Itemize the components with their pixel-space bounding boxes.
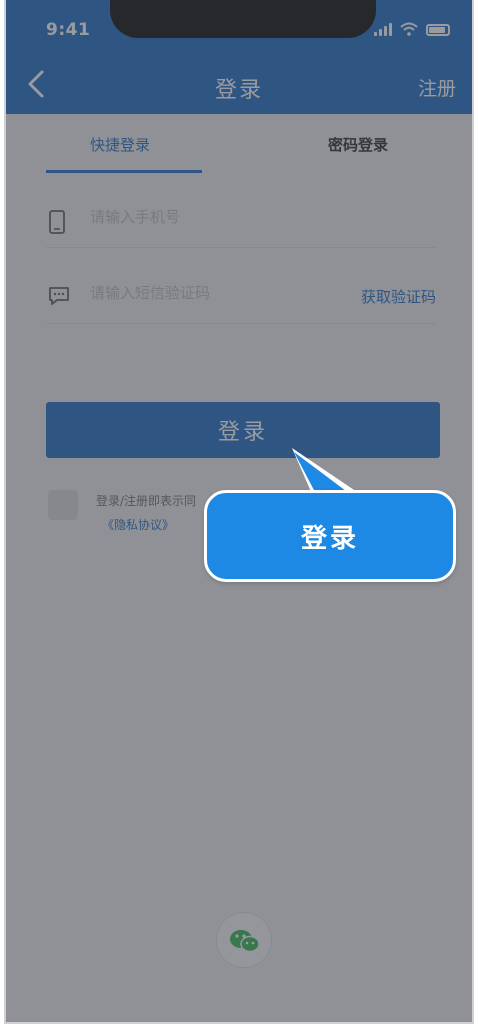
sms-code-input[interactable]: [90, 284, 340, 302]
active-tab-indicator: [46, 170, 202, 173]
page-title: 登录: [214, 78, 263, 103]
status-icons: [374, 22, 450, 36]
phone-field: [46, 192, 436, 248]
wechat-icon: [230, 930, 260, 953]
sms-icon: [49, 287, 69, 305]
app-header: 9:41 登录 注册: [6, 0, 472, 114]
phone-icon: [49, 210, 65, 234]
tab-password-login[interactable]: 密码登录: [328, 134, 388, 155]
login-callout-bubble: 登录: [204, 490, 456, 582]
device-notch: [110, 0, 376, 38]
get-code-button[interactable]: 获取验证码: [361, 286, 436, 307]
wechat-login-button[interactable]: [216, 912, 272, 968]
agreement-checkbox[interactable]: [48, 490, 78, 520]
agreement-text: 登录/注册即表示同: [96, 494, 197, 508]
register-link[interactable]: 注册: [418, 74, 456, 101]
login-button[interactable]: 登录: [46, 402, 440, 458]
phone-input[interactable]: [90, 208, 340, 226]
battery-icon: [426, 24, 450, 36]
status-time: 9:41: [46, 20, 91, 40]
signal-icon: [374, 22, 392, 36]
privacy-policy-link[interactable]: 《隐私协议》: [102, 516, 174, 533]
tab-quick-login[interactable]: 快捷登录: [90, 134, 150, 155]
login-tabs: 快捷登录 密码登录: [6, 114, 472, 176]
sms-code-field: 获取验证码: [46, 268, 436, 324]
wifi-icon: [400, 22, 418, 36]
